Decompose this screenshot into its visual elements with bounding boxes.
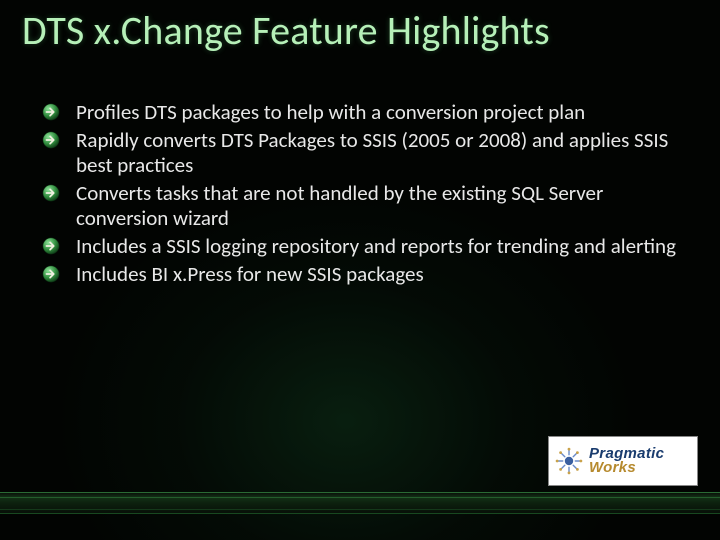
list-item: Profiles DTS packages to help with a con… — [42, 100, 680, 126]
arrow-bullet-icon — [42, 184, 60, 202]
arrow-bullet-icon — [42, 103, 60, 121]
logo-mark-icon — [555, 447, 583, 475]
footer-band — [0, 492, 720, 514]
arrow-bullet-icon — [42, 237, 60, 255]
bullet-text: Rapidly converts DTS Packages to SSIS (2… — [76, 127, 668, 179]
list-item: Includes a SSIS logging repository and r… — [42, 234, 680, 260]
slide: DTS x.Change Feature Highlights Profiles… — [0, 0, 720, 540]
list-item: Rapidly converts DTS Packages to SSIS (2… — [42, 128, 680, 179]
arrow-bullet-icon — [42, 131, 60, 149]
arrow-bullet-icon — [42, 265, 60, 283]
bullet-text: Includes a SSIS logging repository and r… — [76, 233, 676, 259]
bullet-text: Includes BI x.Press for new SSIS package… — [76, 261, 424, 287]
bullet-list: Profiles DTS packages to help with a con… — [42, 100, 680, 289]
logo-text: Pragmatic Works — [589, 447, 664, 475]
pragmatic-works-logo: Pragmatic Works — [548, 436, 698, 486]
list-item: Converts tasks that are not handled by t… — [42, 181, 680, 232]
bullet-text: Converts tasks that are not handled by t… — [76, 180, 603, 232]
logo-line2: Works — [589, 461, 664, 475]
slide-title: DTS x.Change Feature Highlights — [22, 10, 698, 52]
bullet-text: Profiles DTS packages to help with a con… — [76, 99, 585, 125]
list-item: Includes BI x.Press for new SSIS package… — [42, 262, 680, 288]
